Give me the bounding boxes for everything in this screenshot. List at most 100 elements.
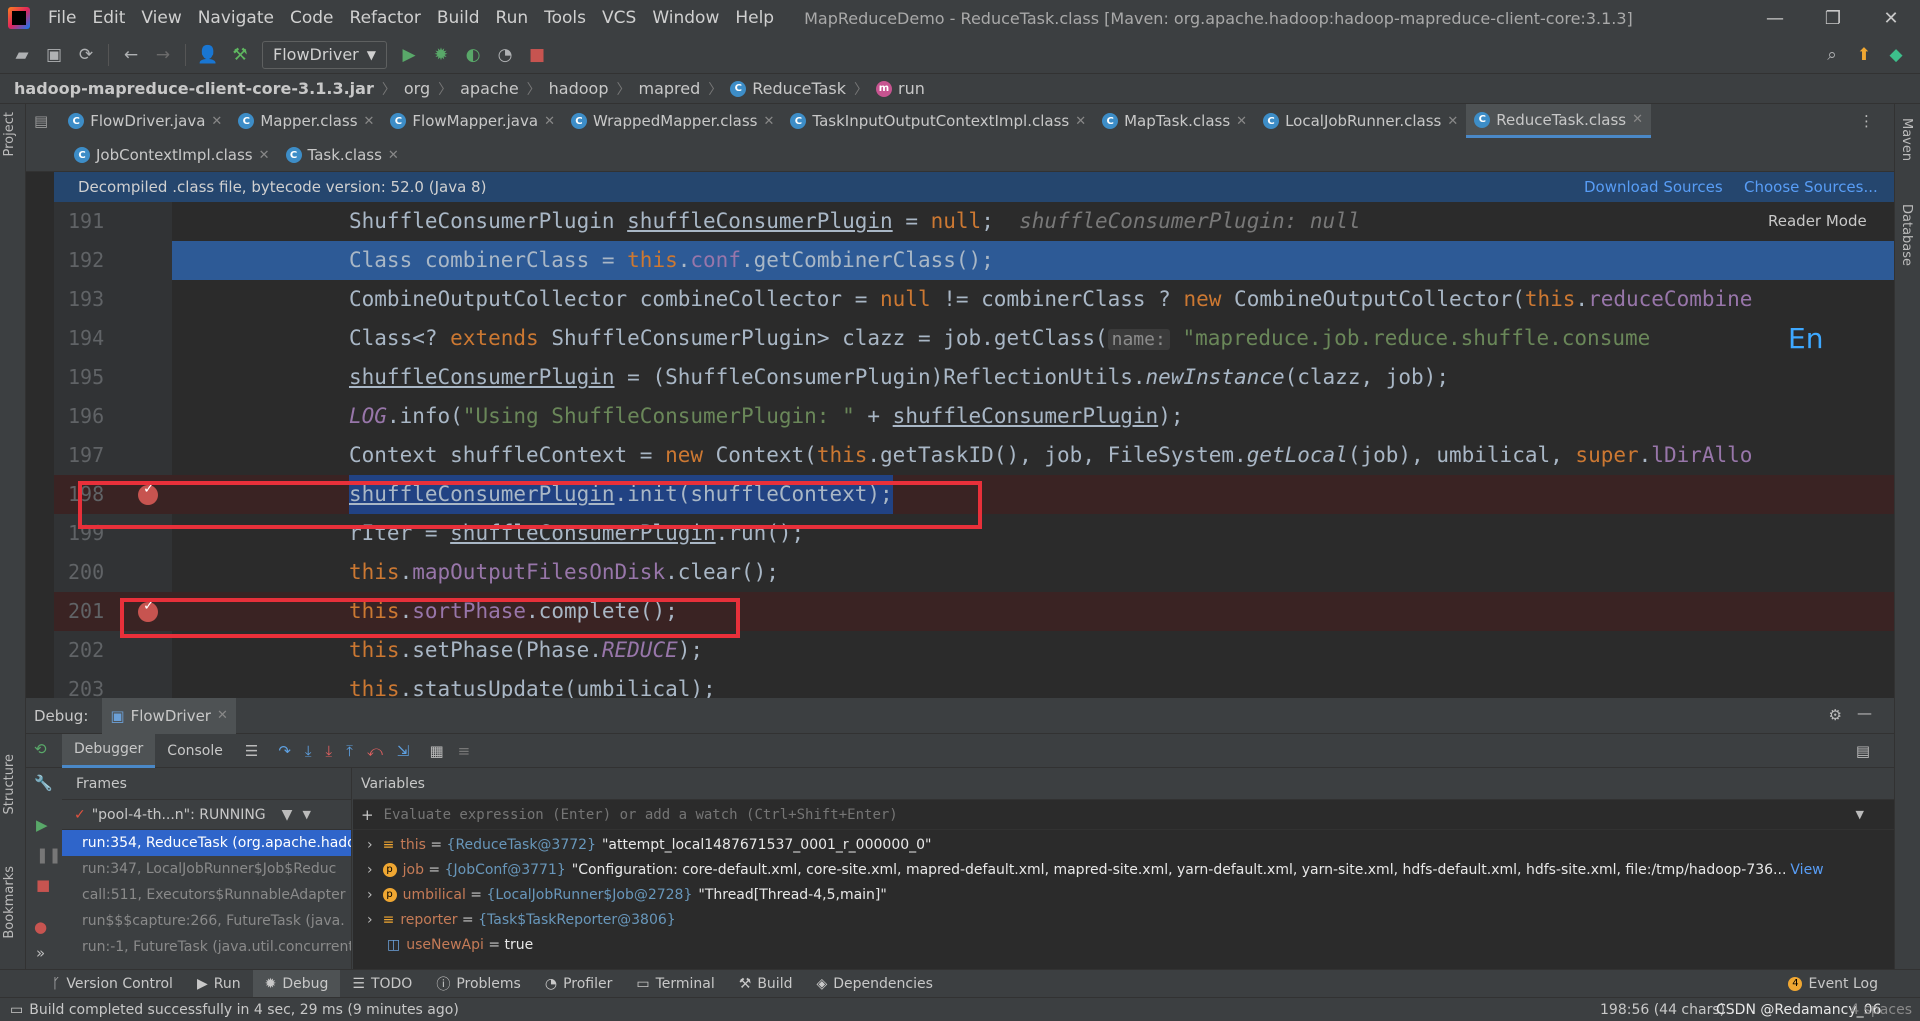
step-over-icon[interactable]: ↷ [278,742,291,760]
tab-flowmapper-java[interactable]: C FlowMapper.java ✕ [382,104,563,138]
run-icon[interactable]: ▶ [396,42,422,68]
step-out-icon[interactable]: ⤒ [346,742,353,760]
maven-tool-button[interactable]: Maven [1899,118,1914,161]
profile-icon[interactable]: ◔ [492,42,518,68]
breadcrumb-reducetask[interactable]: ReduceTask [752,79,846,98]
tab-jobcontextimpl-class[interactable]: C JobContextImpl.class ✕ [66,138,278,172]
close-icon[interactable]: ✕ [1447,114,1458,129]
breadcrumb-jar[interactable]: hadoop-mapreduce-client-core-3.1.3.jar [14,79,374,98]
frame-item[interactable]: run:354, ReduceTask (org.apache.hadoop [62,830,351,856]
more-tabs-icon[interactable]: ⋮ [1859,112,1874,130]
tab-toggle-project[interactable]: ▤ [26,104,60,138]
menu-help[interactable]: Help [727,8,782,28]
menu-edit[interactable]: Edit [84,8,133,28]
tab-wrappedmapper-class[interactable]: C WrappedMapper.class ✕ [563,104,782,138]
tab-dependencies[interactable]: ◈ Dependencies [804,970,944,998]
restore-icon[interactable]: ❐ [1804,0,1862,36]
step-into-icon[interactable]: ⤓ [305,742,312,760]
code-editor[interactable]: Reader Mode 191 ShuffleConsumerPlugin sh… [54,202,1894,698]
pause-icon[interactable]: ❚❚ [36,846,61,864]
debug-config-tab[interactable]: ▣ FlowDriver ✕ [102,697,236,734]
menu-refactor[interactable]: Refactor [342,8,429,28]
save-all-icon[interactable]: ▣ [41,42,67,68]
close-icon[interactable]: ✕ [1236,114,1247,129]
tab-console[interactable]: Console [155,734,235,768]
indent-info[interactable]: 4 spaces [1850,1002,1912,1018]
tab-maptask-class[interactable]: C MapTask.class ✕ [1094,104,1255,138]
bookmarks-tool-button[interactable]: Bookmarks [2,866,17,939]
evaluate-table-icon[interactable]: ▦ [429,742,443,760]
tab-build[interactable]: ⚒ Build [727,970,805,998]
tab-flowdriver-java[interactable]: C FlowDriver.java ✕ [60,104,230,138]
menu-build[interactable]: Build [429,8,488,28]
chevron-down-icon[interactable]: ▼ [302,808,310,821]
close-icon[interactable]: ✕ [1075,114,1086,129]
download-sources-link[interactable]: Download Sources [1584,178,1723,196]
event-log-button[interactable]: 4 Event Log [1776,970,1890,998]
breadcrumb-run[interactable]: run [898,79,925,98]
variable-row[interactable]: ◫ useNewApi = true [353,932,1894,957]
close-window-icon[interactable]: ✕ [1862,0,1920,36]
close-icon[interactable]: ✕ [211,114,222,129]
choose-sources-link[interactable]: Choose Sources... [1744,178,1878,196]
expand-icon[interactable]: › [367,837,373,853]
breadcrumb-org[interactable]: org [404,79,430,98]
hide-panel-icon[interactable]: — [1857,704,1872,722]
close-icon[interactable]: ✕ [388,148,399,163]
chevron-down-icon[interactable]: ▼ [1856,808,1864,821]
tab-mapper-class[interactable]: C Mapper.class ✕ [230,104,382,138]
coverage-icon[interactable]: ◐ [460,42,486,68]
stop-icon[interactable]: ■ [524,42,550,68]
settings-gear-icon[interactable]: ⚙ [1829,706,1842,724]
variable-row[interactable]: › ≡ reporter = {Task$TaskReporter@3806} [353,907,1894,932]
wrench-icon[interactable]: 🔧 [34,774,53,792]
variable-row[interactable]: › p umbilical = {LocalJobRunner$Job@2728… [353,882,1894,907]
menu-vcs[interactable]: VCS [594,8,644,28]
user-icon[interactable]: 👤 [195,42,221,68]
tab-problems[interactable]: ⓘ Problems [424,970,533,998]
stop-icon[interactable]: ■ [36,876,50,894]
forward-icon[interactable]: → [150,42,176,68]
status-message[interactable]: Build completed successfully in 4 sec, 2… [29,1002,459,1018]
menu-navigate[interactable]: Navigate [190,8,282,28]
project-tool-button[interactable]: Project [2,112,17,156]
tab-profiler[interactable]: ◔ Profiler [533,970,625,998]
variable-row[interactable]: › p job = {JobConf@3771} "Configuration:… [353,857,1894,882]
menu-tools[interactable]: Tools [536,8,594,28]
variable-row[interactable]: › ≡ this = {ReduceTask@3772} "attempt_lo… [353,832,1894,857]
layout-icon[interactable]: ▤ [1856,742,1870,760]
structure-tool-button[interactable]: Structure [2,754,17,814]
tab-reducetask-class[interactable]: C ReduceTask.class ✕ [1466,104,1652,138]
breadcrumb-mapred[interactable]: mapred [639,79,701,98]
frame-item[interactable]: run:-1, FutureTask (java.util.concurrent [62,934,351,960]
back-icon[interactable]: ← [118,42,144,68]
update-icon[interactable]: ⬆ [1851,42,1877,68]
rerun-icon[interactable]: ⟲ [34,740,47,758]
expand-icon[interactable]: › [367,912,373,928]
tab-terminal[interactable]: ▭ Terminal [624,970,726,998]
view-breakpoints-icon[interactable]: ● [34,918,47,936]
menu-run[interactable]: Run [488,8,537,28]
close-icon[interactable]: ✕ [544,114,555,129]
force-step-into-icon[interactable]: ⤓ [326,742,333,760]
open-folder-icon[interactable]: ▰ [9,42,35,68]
trace-icon[interactable]: ≡ [458,742,471,760]
breadcrumb-hadoop[interactable]: hadoop [549,79,609,98]
sync-icon[interactable]: ⟳ [73,42,99,68]
frame-item[interactable]: call:511, Executors$RunnableAdapter [62,882,351,908]
run-to-cursor-icon[interactable]: ⇲ [397,742,410,760]
minimize-icon[interactable]: — [1746,0,1804,36]
expand-icon[interactable]: › [367,887,373,903]
menu-file[interactable]: File [40,8,84,28]
frame-item[interactable]: run$$$capture:266, FutureTask (java. [62,908,351,934]
tab-taskinputoutputcontextimpl-class[interactable]: C TaskInputOutputContextImpl.class ✕ [782,104,1094,138]
close-icon[interactable]: ✕ [217,708,228,723]
resume-icon[interactable]: ▶ [36,816,48,834]
toolbox-icon[interactable]: ◆ [1883,42,1909,68]
drop-frame-icon[interactable]: ⤺ [367,742,383,760]
close-icon[interactable]: ✕ [259,148,270,163]
menu-lines-icon[interactable]: ☰ [245,742,258,760]
menu-code[interactable]: Code [282,8,342,28]
search-icon[interactable]: ⌕ [1819,42,1845,68]
tab-localjobrunner-class[interactable]: C LocalJobRunner.class ✕ [1255,104,1466,138]
